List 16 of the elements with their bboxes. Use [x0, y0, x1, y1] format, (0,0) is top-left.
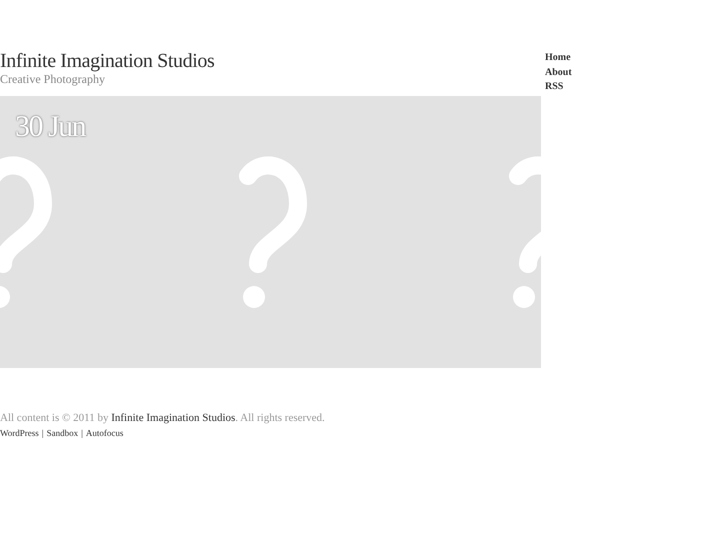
nav-link[interactable]: RSS [545, 80, 572, 94]
studio-link[interactable]: Infinite Imagination Studios [111, 412, 236, 424]
separator: | [42, 427, 44, 440]
question-mark-icon [0, 156, 52, 308]
post-date: 30 Jun [15, 110, 86, 144]
question-mark-icon [239, 156, 307, 308]
footer-link[interactable]: Sandbox [46, 426, 78, 440]
footer-link[interactable]: Autofocus [86, 426, 124, 440]
footer-link[interactable]: WordPress [0, 426, 39, 440]
question-mark-icon [509, 156, 541, 308]
nav-link[interactable]: About [545, 66, 572, 80]
copyright-text: All content is © 2011 by Infinite Imagination Studios. All rights reserved. [0, 411, 326, 426]
nav-link[interactable]: Home [545, 51, 572, 66]
separator: | [81, 427, 83, 440]
site-tagline: Creative Photography [0, 73, 106, 85]
site-title[interactable]: Infinite Imagination Studios [0, 49, 545, 73]
